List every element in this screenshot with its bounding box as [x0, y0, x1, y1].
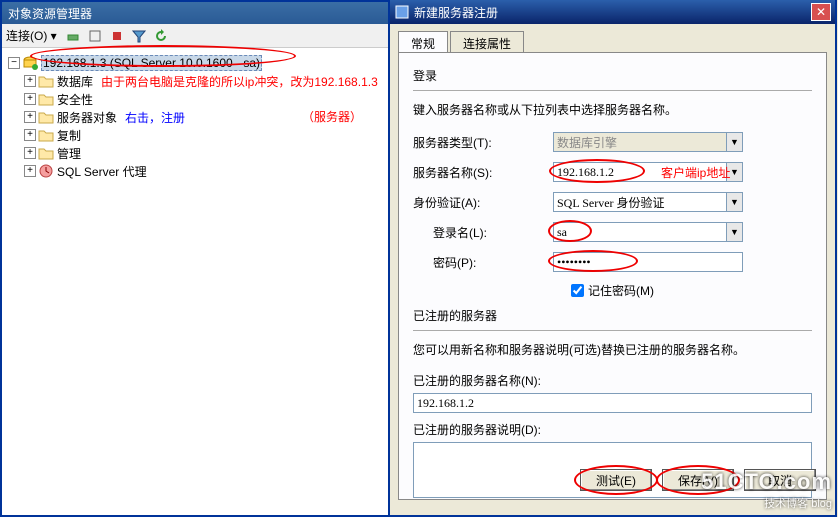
label-remember: 记住密码(M): [588, 282, 654, 299]
filter-icon[interactable]: [129, 26, 149, 46]
row-auth: 身份验证(A): ▼: [413, 192, 812, 212]
server-icon: [22, 56, 38, 70]
label-reg-desc: 已注册的服务器说明(D):: [413, 421, 812, 438]
password-input[interactable]: [553, 252, 743, 272]
row-remember: 记住密码(M): [571, 282, 812, 299]
login-section-header: 登录: [413, 67, 812, 84]
tree-node[interactable]: + 管理: [4, 144, 386, 162]
object-explorer-window: 对象资源管理器 连接(O) ▾ − 192.168.1.3 (SQL Serve…: [0, 0, 390, 517]
expand-icon[interactable]: +: [24, 93, 36, 105]
row-password: 密码(P):: [413, 252, 812, 272]
expand-icon[interactable]: +: [24, 147, 36, 159]
tree-node-label: 安全性: [57, 91, 93, 108]
folder-icon: [38, 92, 54, 106]
tab-connection-props[interactable]: 连接属性: [450, 31, 524, 53]
tree-node-label: SQL Server 代理: [57, 163, 147, 180]
tab-general[interactable]: 常规: [398, 31, 448, 53]
chevron-down-icon[interactable]: ▼: [726, 223, 742, 241]
annotation-ip-conflict: 由于两台电脑是克隆的所以ip冲突，改为192.168.1.3: [101, 73, 378, 90]
tree-root-row[interactable]: − 192.168.1.3 (SQL Server 10.0.1600 - sa…: [4, 54, 386, 72]
connect-icon[interactable]: [63, 26, 83, 46]
label-reg-name: 已注册的服务器名称(N):: [413, 372, 812, 389]
folder-icon: [38, 146, 54, 160]
tree-node[interactable]: + 服务器对象 右击，注册 （服务器）: [4, 108, 386, 126]
annotation-client-ip: 客户端ip地址: [661, 164, 730, 181]
collapse-icon[interactable]: −: [8, 57, 20, 69]
row-login: 登录名(L): ▼: [413, 222, 812, 242]
expand-icon[interactable]: +: [24, 129, 36, 141]
save-button[interactable]: 保存(V): [662, 469, 734, 491]
dialog-titlebar[interactable]: 新建服务器注册 ✕: [390, 0, 835, 24]
registered-description: 您可以用新名称和服务器说明(可选)替换已注册的服务器名称。: [413, 341, 812, 358]
expand-icon[interactable]: +: [24, 111, 36, 123]
chevron-down-icon[interactable]: ▼: [726, 193, 742, 211]
login-combo[interactable]: [553, 222, 743, 242]
annotation-right-click: 右击，注册: [125, 109, 185, 126]
folder-icon: [38, 128, 54, 142]
tab-panel-general: 登录 键入服务器名称或从下拉列表中选择服务器名称。 服务器类型(T): ▼ 服务…: [398, 52, 827, 500]
auth-combo[interactable]: [553, 192, 743, 212]
register-server-dialog: 新建服务器注册 ✕ 常规 连接属性 登录 键入服务器名称或从下拉列表中选择服务器…: [388, 0, 837, 517]
tree-node-label: 管理: [57, 145, 81, 162]
remember-password-checkbox[interactable]: [571, 284, 584, 297]
folder-icon: [38, 110, 54, 124]
dialog-body: 常规 连接属性 登录 键入服务器名称或从下拉列表中选择服务器名称。 服务器类型(…: [390, 24, 835, 504]
cancel-button[interactable]: 取消: [744, 469, 816, 491]
login-description: 键入服务器名称或从下拉列表中选择服务器名称。: [413, 101, 812, 118]
tree-view[interactable]: − 192.168.1.3 (SQL Server 10.0.1600 - sa…: [2, 48, 388, 186]
test-button[interactable]: 测试(E): [580, 469, 652, 491]
close-button[interactable]: ✕: [811, 3, 831, 21]
label-password: 密码(P):: [413, 254, 553, 271]
expand-icon[interactable]: +: [24, 165, 36, 177]
server-type-combo: [553, 132, 743, 152]
label-server-type: 服务器类型(T):: [413, 134, 553, 151]
expand-icon[interactable]: +: [24, 75, 36, 87]
tab-bar: 常规 连接属性: [398, 30, 827, 52]
refresh-icon[interactable]: [151, 26, 171, 46]
tree-node[interactable]: + 安全性: [4, 90, 386, 108]
label-auth: 身份验证(A):: [413, 194, 553, 211]
object-explorer-title: 对象资源管理器: [2, 2, 388, 24]
tree-node[interactable]: + 数据库 由于两台电脑是克隆的所以ip冲突，改为192.168.1.3: [4, 72, 386, 90]
object-explorer-toolbar: 连接(O) ▾: [2, 24, 388, 48]
dialog-icon: [394, 4, 410, 20]
agent-icon: [38, 164, 54, 178]
divider: [413, 90, 812, 91]
label-login: 登录名(L):: [413, 224, 553, 241]
disconnect-icon[interactable]: [85, 26, 105, 46]
reg-name-input[interactable]: [413, 393, 812, 413]
tree-node-label: 数据库: [57, 73, 93, 90]
registered-section-header: 已注册的服务器: [413, 307, 812, 324]
row-server-type: 服务器类型(T): ▼: [413, 132, 812, 152]
annotation-server: （服务器）: [302, 108, 362, 125]
tree-node-label: 服务器对象: [57, 109, 117, 126]
row-server-name: 服务器名称(S): ▼ 客户端ip地址: [413, 162, 812, 182]
tree-node[interactable]: + SQL Server 代理: [4, 162, 386, 180]
label-server-name: 服务器名称(S):: [413, 164, 553, 181]
folder-icon: [38, 74, 54, 88]
tree-node[interactable]: + 复制: [4, 126, 386, 144]
stop-icon[interactable]: [107, 26, 127, 46]
connect-dropdown[interactable]: 连接(O) ▾: [6, 27, 57, 44]
dialog-button-row: 测试(E) 保存(V) 取消: [580, 469, 816, 491]
tree-node-label: 复制: [57, 127, 81, 144]
divider: [413, 330, 812, 331]
dialog-title: 新建服务器注册: [414, 4, 498, 21]
chevron-down-icon: ▼: [726, 133, 742, 151]
tree-root-label[interactable]: 192.168.1.3 (SQL Server 10.0.1600 - sa): [41, 55, 262, 71]
